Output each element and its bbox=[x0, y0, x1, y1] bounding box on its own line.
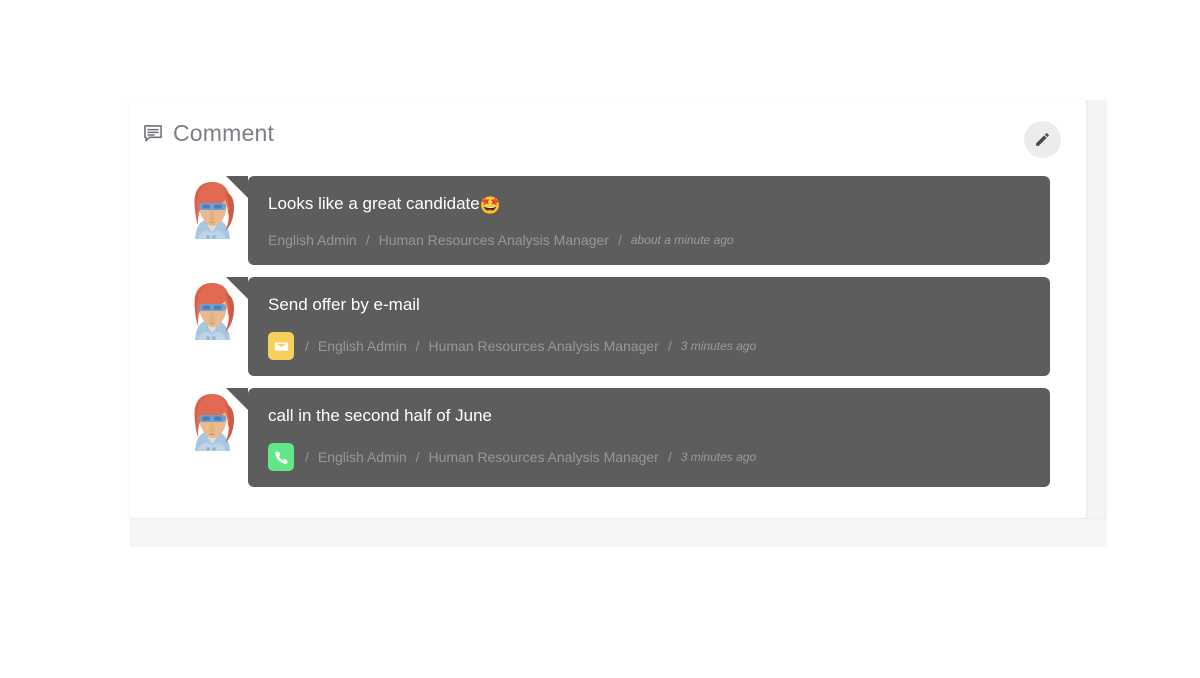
comment-text-line: Send offer by e-mail bbox=[268, 294, 1030, 318]
page-root: Comment Looks like a great candidate🤩 En… bbox=[0, 0, 1200, 678]
comment-bubble: Send offer by e-mail / English Admin / H… bbox=[226, 277, 1050, 376]
comment-card-header: Comment bbox=[130, 100, 1086, 176]
phone-icon bbox=[268, 443, 294, 471]
comment-meta: / English Admin / Human Resources Analys… bbox=[268, 332, 1030, 360]
comment-bubble-icon bbox=[142, 123, 164, 145]
meta-separator: / bbox=[365, 232, 370, 248]
meta-separator: / bbox=[617, 232, 622, 248]
comment-text: Looks like a great candidate bbox=[268, 194, 480, 213]
comment-timestamp: 3 minutes ago bbox=[680, 450, 757, 464]
comment-bubble: Looks like a great candidate🤩 English Ad… bbox=[226, 176, 1050, 265]
pencil-icon bbox=[1034, 131, 1051, 148]
comment-text: call in the second half of June bbox=[268, 406, 492, 425]
comment-text-line: call in the second half of June bbox=[268, 405, 1030, 429]
comment-author: English Admin bbox=[268, 232, 357, 248]
comment-author-role: Human Resources Analysis Manager bbox=[378, 232, 609, 248]
comment-item[interactable]: Looks like a great candidate🤩 English Ad… bbox=[130, 176, 1086, 265]
panel-footer bbox=[130, 518, 1107, 547]
comment-author-role: Human Resources Analysis Manager bbox=[428, 338, 659, 354]
comment-timestamp: 3 minutes ago bbox=[680, 339, 757, 353]
comment-bubble-wrapper: call in the second half of June / Englis… bbox=[226, 388, 1050, 487]
comment-bubble-wrapper: Looks like a great candidate🤩 English Ad… bbox=[226, 176, 1050, 265]
comment-bubble: call in the second half of June / Englis… bbox=[226, 388, 1050, 487]
meta-separator: / bbox=[415, 449, 420, 465]
comment-meta: English Admin / Human Resources Analysis… bbox=[268, 231, 1030, 249]
comment-item[interactable]: Send offer by e-mail / English Admin / H… bbox=[130, 277, 1086, 376]
meta-separator: / bbox=[667, 449, 672, 465]
comment-text: Send offer by e-mail bbox=[268, 295, 420, 314]
meta-separator: / bbox=[415, 338, 420, 354]
emoji: 🤩 bbox=[479, 196, 501, 215]
comment-text-line: Looks like a great candidate🤩 bbox=[268, 193, 1030, 217]
comment-author-role: Human Resources Analysis Manager bbox=[428, 449, 659, 465]
comment-panel-title: Comment bbox=[173, 120, 275, 146]
comment-card: Comment Looks like a great candidate🤩 En… bbox=[130, 100, 1086, 518]
comment-author: English Admin bbox=[317, 338, 407, 354]
page-title: Comment bbox=[142, 122, 274, 145]
comment-meta: / English Admin / Human Resources Analys… bbox=[268, 443, 1030, 471]
meta-separator: / bbox=[305, 449, 309, 465]
comment-timestamp: about a minute ago bbox=[630, 233, 734, 247]
vertical-scrollbar[interactable] bbox=[1085, 100, 1107, 546]
envelope-icon bbox=[268, 332, 294, 360]
meta-separator: / bbox=[305, 338, 309, 354]
edit-comment-button[interactable] bbox=[1024, 121, 1061, 158]
comment-author: English Admin bbox=[317, 449, 407, 465]
comment-bubble-wrapper: Send offer by e-mail / English Admin / H… bbox=[226, 277, 1050, 376]
comment-list: Looks like a great candidate🤩 English Ad… bbox=[130, 176, 1086, 487]
comment-item[interactable]: call in the second half of June / Englis… bbox=[130, 388, 1086, 487]
meta-separator: / bbox=[667, 338, 672, 354]
